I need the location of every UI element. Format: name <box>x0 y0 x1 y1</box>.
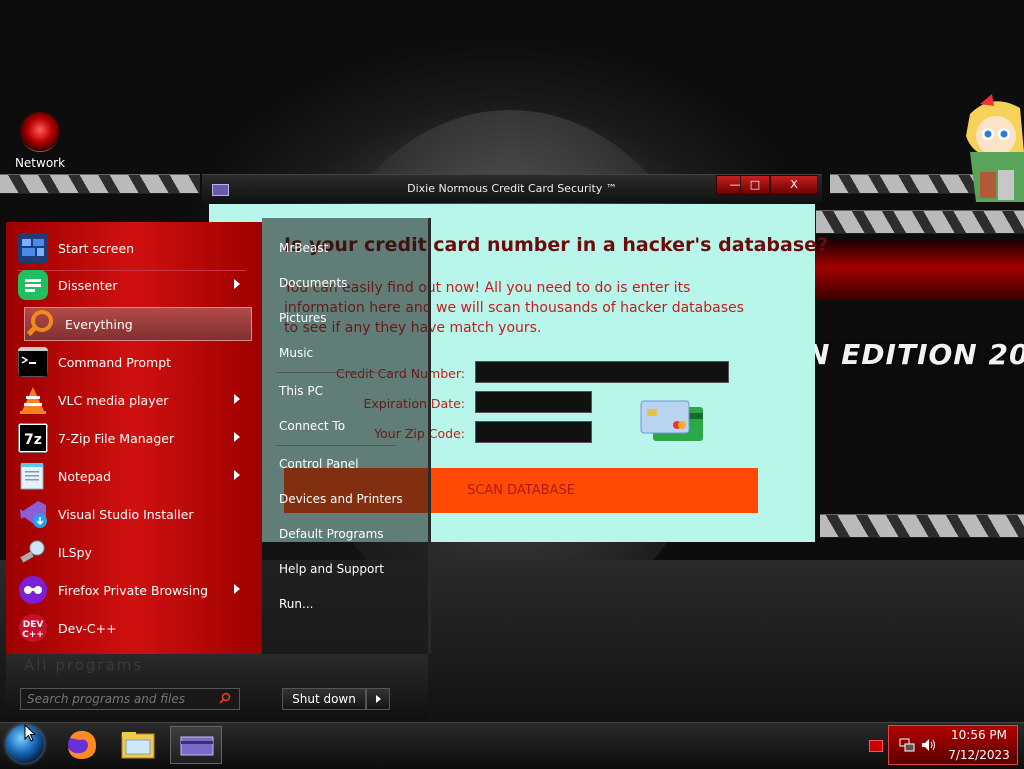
tray-flag-icon[interactable] <box>869 740 883 752</box>
program-label: Dev-C++ <box>58 620 117 636</box>
character-icon <box>966 94 1024 202</box>
shutdown-button[interactable]: Shut down <box>282 688 366 710</box>
devcpp-icon: DEVC++ <box>19 614 47 642</box>
taskbar-dialog-button[interactable] <box>170 726 222 764</box>
program-devcpp[interactable]: DEV C++ Dev-C++ <box>18 611 246 645</box>
wallpaper-stripe <box>816 210 1024 234</box>
svg-text:7z: 7z <box>24 432 42 448</box>
place-pictures[interactable]: Pictures <box>279 311 327 325</box>
submenu-arrow-icon <box>234 394 240 404</box>
program-visual-studio-installer[interactable]: Visual Studio Installer <box>18 497 246 531</box>
program-7zip[interactable]: 7z 7-Zip File Manager <box>18 421 246 455</box>
wallpaper-edition-text: N EDITION 201 <box>806 338 1024 371</box>
program-label: Notepad <box>58 468 112 484</box>
desktop-icon-label: Network <box>14 156 66 170</box>
submenu-arrow-icon <box>234 432 240 442</box>
search-input[interactable] <box>20 688 240 710</box>
program-firefox-private[interactable]: Firefox Private Browsing <box>18 573 246 607</box>
program-notepad[interactable]: Notepad <box>18 459 246 493</box>
notepad-icon <box>20 463 44 490</box>
clock-date[interactable]: 7/12/2023 <box>944 748 1014 762</box>
7zip-icon: 7z <box>18 423 48 453</box>
zip-code-input[interactable] <box>475 421 592 443</box>
place-documents[interactable]: Documents <box>279 276 347 290</box>
network-globe-icon <box>20 112 60 152</box>
place-default-programs[interactable]: Default Programs <box>279 527 384 541</box>
card-number-input[interactable] <box>475 361 729 383</box>
program-label: Everything <box>65 316 133 332</box>
place-mrbeast[interactable]: MrBeast <box>279 241 328 255</box>
search-icon <box>219 692 231 704</box>
submenu-arrow-icon <box>234 279 240 289</box>
mouse-cursor-icon <box>24 724 36 742</box>
credit-cards-icon <box>640 400 703 441</box>
place-music[interactable]: Music <box>279 346 313 360</box>
program-label: ILSpy <box>58 544 92 560</box>
desktop-icon-network[interactable]: Network <box>10 112 70 170</box>
place-connect-to[interactable]: Connect To <box>279 419 345 433</box>
svg-text:DEV: DEV <box>23 620 44 630</box>
program-label: VLC media player <box>58 392 169 408</box>
volume-icon[interactable] <box>921 738 937 752</box>
dialog-app-icon <box>180 736 214 756</box>
program-label: Command Prompt <box>58 354 172 370</box>
program-label: Dissenter <box>58 277 118 293</box>
program-command-prompt[interactable]: Command Prompt <box>18 345 246 379</box>
program-dissenter[interactable]: Dissenter <box>18 268 246 302</box>
maximize-button[interactable]: □ <box>740 175 770 195</box>
firefox-icon[interactable] <box>60 726 104 764</box>
clock-time[interactable]: 10:56 PM <box>944 728 1014 742</box>
program-start-screen[interactable]: Start screen <box>18 226 246 271</box>
close-button[interactable]: X <box>770 175 818 195</box>
expiration-date-input[interactable] <box>475 391 592 413</box>
program-everything[interactable]: Everything <box>24 307 252 341</box>
start-screen-icon <box>18 233 48 263</box>
svg-text:C++: C++ <box>22 630 44 640</box>
firefox-private-icon <box>19 576 47 604</box>
place-help-and-support[interactable]: Help and Support <box>279 562 384 576</box>
place-run[interactable]: Run... <box>279 597 313 611</box>
vlc-cone-icon <box>20 387 46 414</box>
shutdown-options-button[interactable] <box>366 688 390 710</box>
dissenter-icon <box>18 270 48 300</box>
submenu-arrow-icon <box>234 584 240 594</box>
places-separator <box>276 445 396 446</box>
submenu-arrow-icon <box>234 470 240 480</box>
ilspy-icon <box>20 540 45 563</box>
network-icon[interactable] <box>899 738 915 752</box>
place-control-panel[interactable]: Control Panel <box>279 457 359 471</box>
all-programs-link[interactable]: All programs <box>24 656 143 674</box>
file-explorer-icon[interactable] <box>116 726 160 764</box>
program-label: 7-Zip File Manager <box>58 430 175 446</box>
place-this-pc[interactable]: This PC <box>279 384 323 398</box>
dialog-titlebar[interactable]: Dixie Normous Credit Card Security ™ — □… <box>202 174 822 203</box>
program-label: Start screen <box>58 240 135 256</box>
wallpaper-stripe <box>0 174 200 194</box>
magnifier-icon <box>26 310 53 336</box>
places-separator <box>276 372 396 373</box>
program-label: Firefox Private Browsing <box>58 582 209 598</box>
place-devices-and-printers[interactable]: Devices and Printers <box>279 492 403 506</box>
program-ilspy[interactable]: ILSpy <box>18 535 246 569</box>
visual-studio-icon <box>20 501 47 528</box>
program-label: Visual Studio Installer <box>58 506 194 522</box>
program-vlc[interactable]: VLC media player <box>18 383 246 417</box>
wallpaper-stripe <box>820 514 1024 538</box>
cmd-icon <box>18 347 48 377</box>
